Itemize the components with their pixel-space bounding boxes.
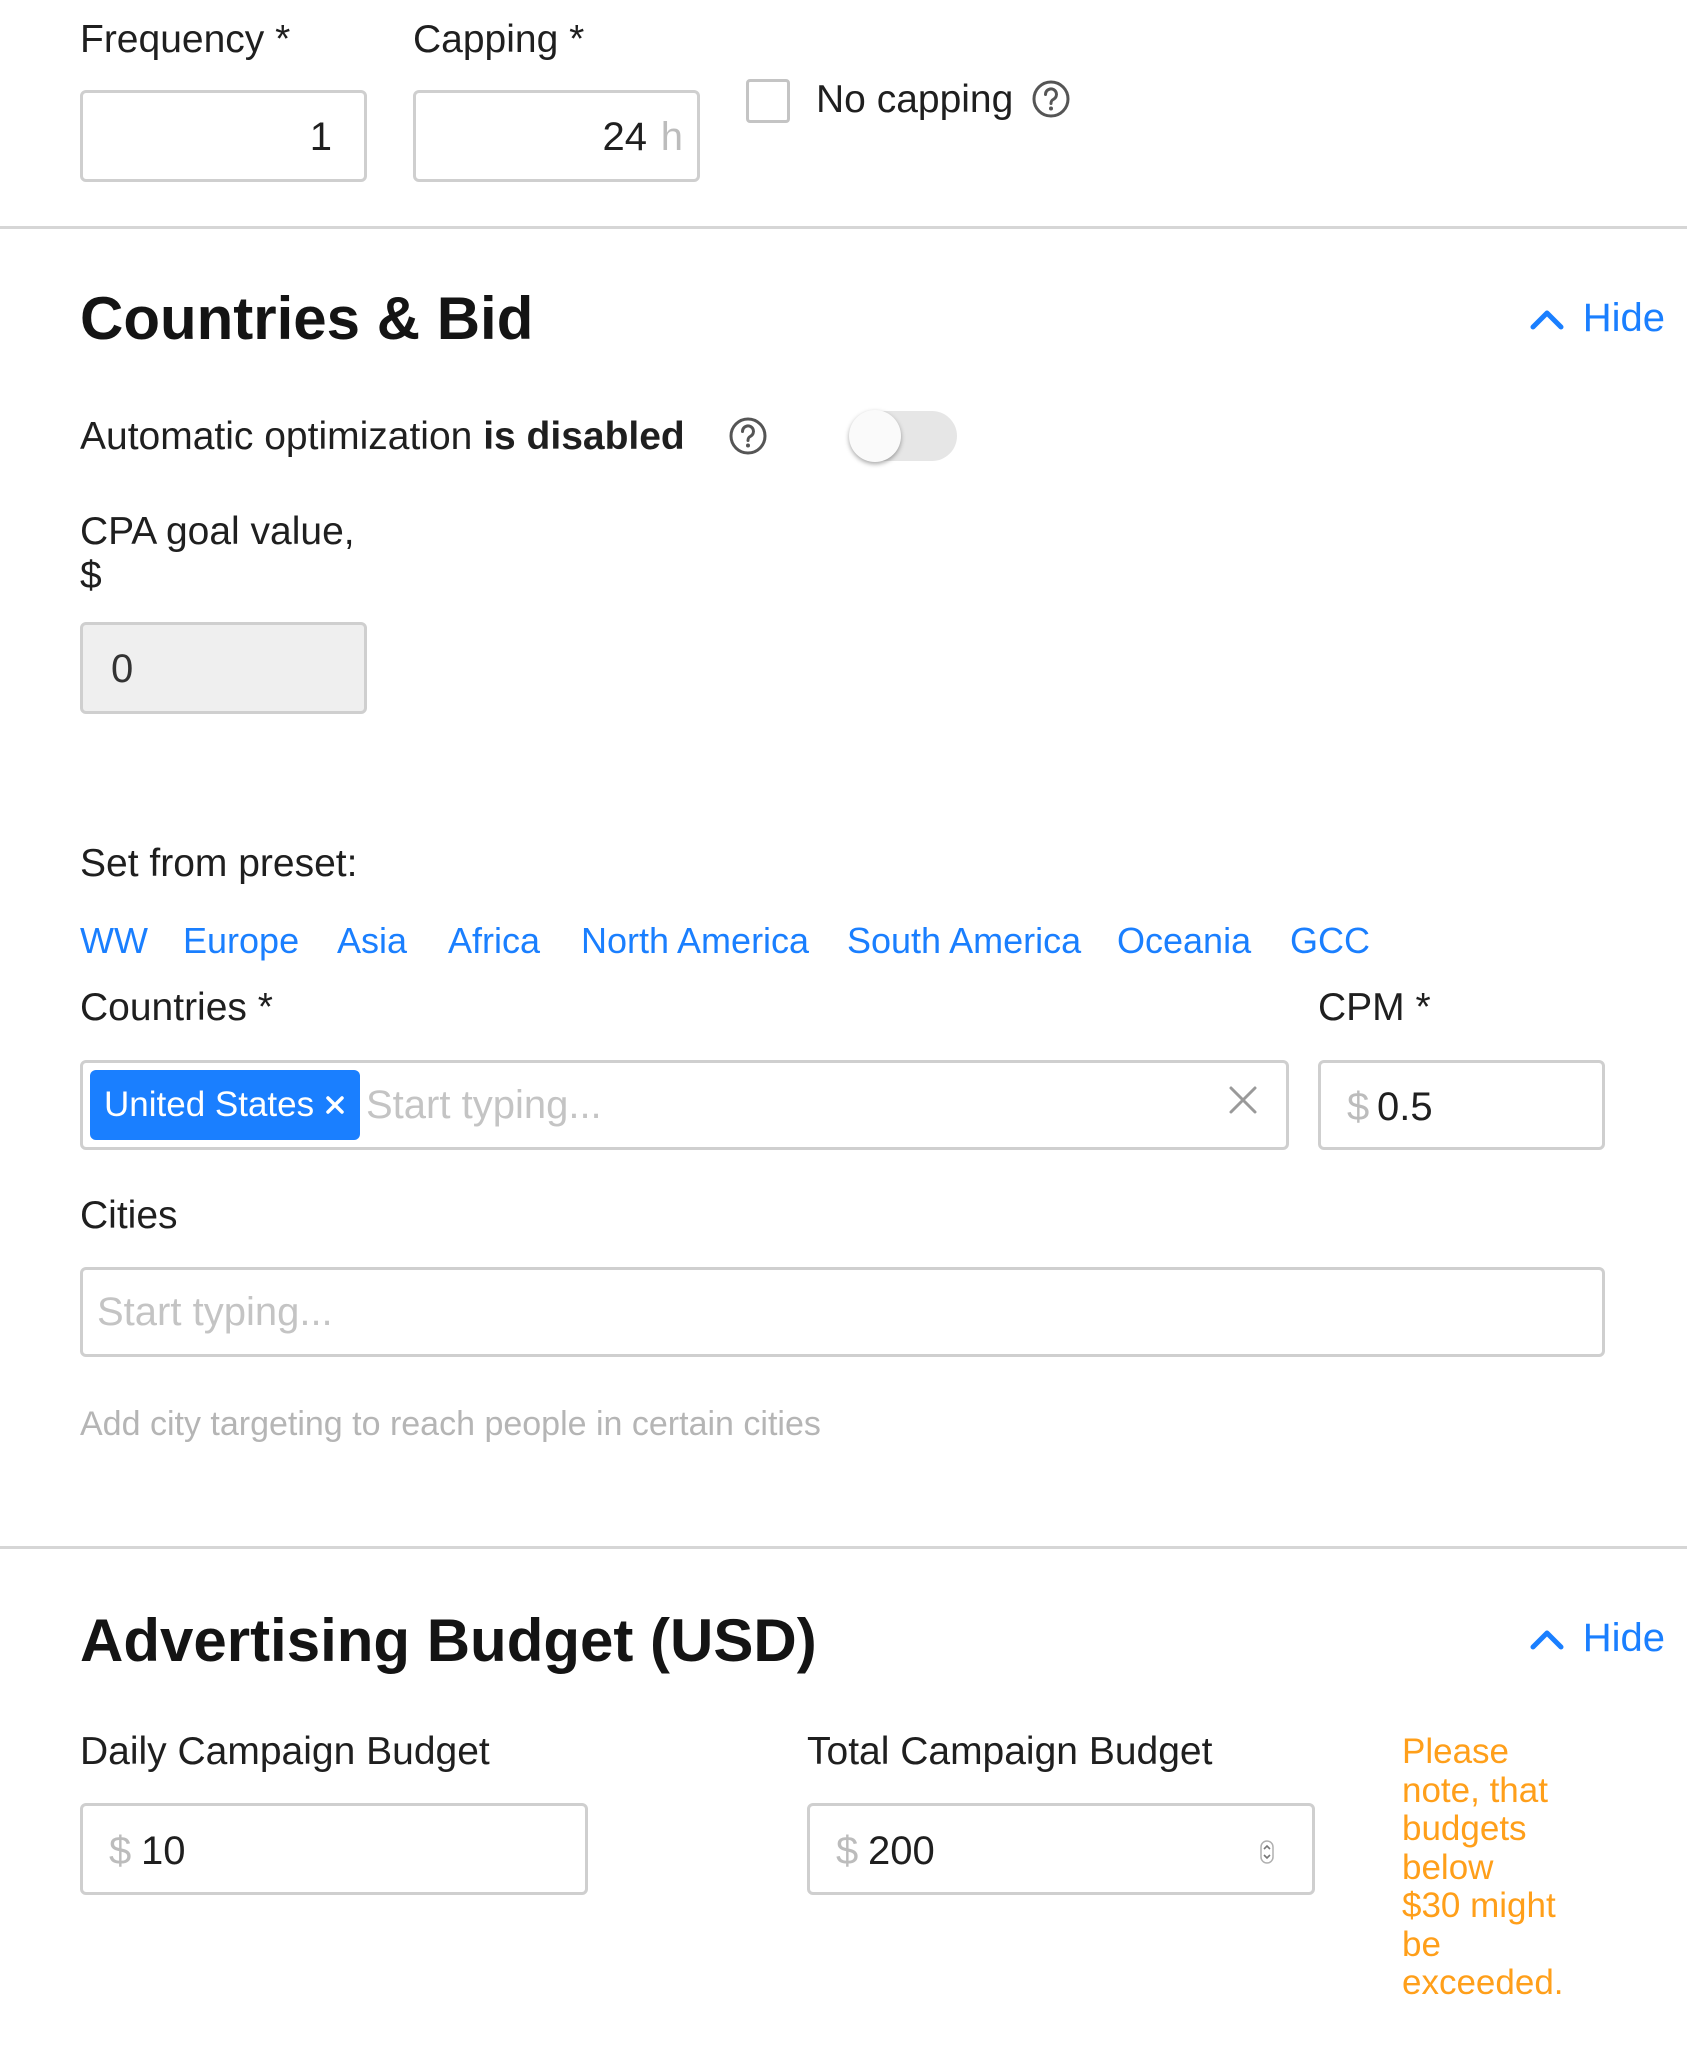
cities-label: Cities [80,1194,178,1237]
daily-budget-label: Daily Campaign Budget [80,1730,490,1773]
auto-optimization-toggle[interactable] [849,410,957,462]
preset-south-america[interactable]: South America [847,920,1081,962]
cpm-currency: $ [1347,1085,1370,1129]
country-tag: United States [90,1070,361,1140]
chevron-up-icon [1529,1616,1565,1661]
preset-ww[interactable]: WW [80,920,148,962]
cities-hint: Add city targeting to reach people in ce… [80,1405,821,1443]
question-circle-icon[interactable] [728,416,768,456]
close-icon[interactable] [324,1085,346,1125]
frequency-value: 1 [309,115,332,159]
countries-bid-hide-button[interactable]: Hide [1529,296,1665,341]
cpm-value: 0.5 [1377,1085,1433,1129]
daily-budget-value: 10 [141,1829,186,1873]
preset-label: Set from preset: [80,842,358,885]
chevron-up-icon [1529,296,1565,341]
frequency-input[interactable]: 1 [80,90,367,182]
budget-note: Please note, that budgets below $30 migh… [1402,1732,1564,2002]
total-budget-label: Total Campaign Budget [807,1730,1213,1773]
preset-gcc[interactable]: GCC [1290,920,1370,962]
daily-budget-input[interactable]: $ 10 [80,1803,588,1895]
daily-currency: $ [109,1829,132,1873]
cpa-goal-label: CPA goal value, $ [80,510,355,597]
cpa-goal-input[interactable]: 0 [80,622,367,714]
preset-north-america[interactable]: North America [581,920,809,962]
preset-africa[interactable]: Africa [448,920,540,962]
no-capping-label[interactable]: No capping [816,78,1013,122]
cities-input[interactable]: Start typing... [80,1267,1605,1357]
spinner-arrows-icon[interactable] [1260,1840,1274,1869]
budget-hide-button[interactable]: Hide [1529,1616,1665,1661]
countries-placeholder: Start typing... [366,1083,602,1127]
preset-asia[interactable]: Asia [337,920,407,962]
auto-optimization-label: Automatic optimization is disabled [80,415,685,458]
preset-europe[interactable]: Europe [183,920,299,962]
budget-title: Advertising Budget (USD) [80,1607,817,1674]
capping-input[interactable]: 24 h [413,90,700,182]
section-divider [0,226,1687,229]
countries-input[interactable]: United States Start typing... [80,1060,1289,1150]
country-tag-label: United States [104,1085,315,1124]
countries-bid-title: Countries & Bid [80,285,534,352]
cpm-label: CPM * [1318,986,1431,1029]
no-capping-checkbox[interactable] [746,79,790,123]
frequency-label: Frequency * [80,18,291,61]
total-currency: $ [836,1829,859,1873]
capping-unit: h [660,115,683,159]
question-circle-icon[interactable] [1031,79,1071,119]
total-budget-value: 200 [868,1829,935,1873]
total-budget-input[interactable]: $ 200 [807,1803,1315,1895]
auto-optimization-state: is disabled [483,415,685,458]
capping-label: Capping * [413,18,585,61]
preset-oceania[interactable]: Oceania [1117,920,1251,962]
clear-x-icon[interactable] [1226,1083,1260,1122]
hide-label: Hide [1582,1616,1665,1660]
countries-label: Countries * [80,986,273,1029]
capping-value: 24 [602,115,648,159]
cpa-goal-value: 0 [111,647,134,691]
section-divider [0,1546,1687,1549]
cities-placeholder: Start typing... [97,1290,333,1334]
hide-label: Hide [1582,296,1665,340]
cpm-input[interactable]: $ 0.5 [1318,1060,1605,1150]
toggle-knob [849,410,901,462]
